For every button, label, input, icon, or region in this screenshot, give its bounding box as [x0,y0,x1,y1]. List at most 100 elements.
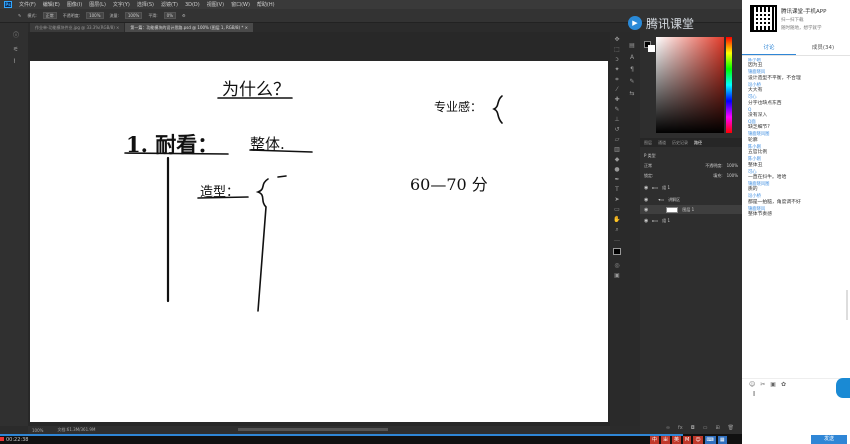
type-tool-icon[interactable]: T [613,186,621,193]
layer-opacity-field[interactable]: 100% [727,163,742,168]
quick-mask-icon[interactable]: ◎ [613,262,621,269]
move-tool-icon[interactable]: ✥ [613,36,621,43]
eye-icon[interactable]: ◉ [644,197,648,203]
menu-filter[interactable]: 滤镜(T) [161,1,178,8]
tab-channels[interactable]: 通道 [658,140,666,146]
horizontal-scrollbar[interactable] [238,428,388,431]
image-icon[interactable]: ▣ [770,381,776,388]
tab-layers[interactable]: 图层 [644,140,652,146]
tab-members[interactable]: 成员(34) [796,42,850,55]
chat-message-list[interactable]: 陈小刚 因为丑 锦鹿晓风 设计造型不平衡，不合理 逗小桥 大大有 可心 分字也缺点东西 Q 没有深… [748,58,846,376]
smooth-field[interactable]: 0% [163,12,177,19]
settings-gear-icon[interactable]: ⚙ [182,13,186,18]
hue-slider[interactable] [726,37,732,133]
chat-message: 锦鹿晓风图 轮廓 [748,132,846,144]
blend-mode-select[interactable]: 正常 [644,163,652,169]
path-icon[interactable]: ⌇ [13,59,21,65]
screen-mode-icon[interactable]: ▣ [613,272,621,279]
history-brush-icon[interactable]: ↺ [613,126,621,133]
panel-history-icon[interactable]: ▤ [628,42,636,49]
smooth-label: 平滑: [148,12,158,18]
document-tab[interactable]: 作业单-功能模块件业.jpg @ 33.3%(RGB/8) × [30,23,125,32]
flow-field[interactable]: 100% [124,12,143,19]
opacity-field[interactable]: 100% [86,12,104,19]
menu-view[interactable]: 视图(V) [207,1,224,8]
panel-brush-icon[interactable]: ✎ [628,78,636,85]
eye-icon[interactable]: ◉ [644,207,648,213]
keyboard-icon[interactable]: ⌨ [704,435,716,444]
eye-icon[interactable]: ◉ [644,185,648,191]
menu-layer[interactable]: 图层(L) [89,1,106,8]
menu-select[interactable]: 选择(S) [137,1,154,8]
tab-paths[interactable]: 路径 [694,140,702,146]
document-canvas[interactable]: 为什么？ 1. 耐看： 整体. 造型： 专业感： 60—70 分 [30,61,608,422]
fx-icon[interactable]: fx [678,425,683,431]
panel-char-icon[interactable]: ¶ [628,66,636,73]
shape-tool-icon[interactable]: ▭ [613,206,621,213]
emoji-icon[interactable]: ☺ [749,381,755,388]
scissors-icon[interactable]: ✂ [760,381,765,388]
tab-history[interactable]: 历史记录 [672,140,688,146]
new-layer-icon[interactable]: ⊞ [715,425,719,431]
fill-field[interactable]: 100% [727,173,742,178]
brush-tool-icon[interactable]: ✎ [18,13,21,18]
emoji-icon[interactable]: ☺ [693,435,703,444]
color-picker-field[interactable] [656,37,724,133]
ime-icon[interactable]: ㄓ [661,435,671,444]
zoom-readout[interactable]: 100% [32,428,43,433]
mask-icon[interactable]: ◘ [691,425,695,431]
magic-wand-icon[interactable]: ✦ [613,66,621,73]
gradient-tool-icon[interactable]: ▥ [613,146,621,153]
blur-tool-icon[interactable]: ◆ [613,156,621,163]
ime-english-icon[interactable]: 英 [672,435,682,444]
mic-icon[interactable]: M [683,435,692,444]
hand-tool-icon[interactable]: ✋ [613,216,621,223]
menu-type[interactable]: 文字(Y) [113,1,130,8]
menu-image[interactable]: 图像(I) [67,1,82,8]
stamp-tool-icon[interactable]: ⊥ [613,116,621,123]
path-select-icon[interactable]: ➤ [613,196,621,203]
bg-color-swatch[interactable] [648,45,655,52]
flower-icon[interactable]: ✿ [781,381,786,388]
adjust-icon[interactable]: ⚟ [13,47,21,53]
link-icon[interactable]: ∞ [666,425,670,431]
menu-help[interactable]: 帮助(H) [257,1,275,8]
document-tab-active[interactable]: 第一篇：功能模块的设计思路.psd @ 100% (图层 1, RGB/8) *… [125,23,253,32]
more-tools-icon[interactable]: … [613,236,621,243]
menu-edit[interactable]: 编辑(E) [43,1,60,8]
layer-row-selected[interactable]: ◉ 图层 1 [640,205,742,214]
heal-tool-icon[interactable]: ✚ [613,96,621,103]
playback-progress[interactable] [0,434,683,436]
zoom-tool-icon[interactable]: ⌕ [613,226,621,233]
layer-row[interactable]: ◉ ▸▭ 组 1 [640,183,742,192]
dodge-tool-icon[interactable]: ● [613,166,621,173]
mode-select[interactable]: 正常 [42,12,57,19]
info-icon[interactable]: ⓘ [13,33,21,39]
menu-window[interactable]: 窗口(W) [231,1,250,8]
new-group-icon[interactable]: ▭ [703,425,708,431]
lasso-tool-icon[interactable]: ↄ [613,56,621,63]
eraser-icon[interactable]: ▱ [613,136,621,143]
foreground-color-swatch[interactable] [613,248,621,255]
panel-adjust-icon[interactable]: ⇆ [628,90,636,97]
grid-icon[interactable]: ▦ [717,435,727,444]
menu-file[interactable]: 文件(F) [19,1,36,8]
ime-chinese-icon[interactable]: 中 [650,435,660,444]
layer-row[interactable]: ◉ ▸▭ 组 1 [640,216,742,225]
layer-filter-select[interactable]: P 类型 [644,153,656,159]
eye-icon[interactable]: ◉ [644,218,648,224]
handwriting-drawing [124,95,503,312]
floating-helper-button[interactable] [836,378,850,398]
chat-scrollbar[interactable] [846,290,848,320]
tab-discussion[interactable]: 讨论 [742,42,796,55]
panel-info-icon[interactable]: A [628,54,636,61]
marquee-tool-icon[interactable]: ⬚ [613,46,621,53]
menu-3d[interactable]: 3D(D) [185,2,200,8]
crop-tool-icon[interactable]: ⌗ [613,76,621,83]
eyedropper-icon[interactable]: ⁄ [613,86,621,93]
trash-icon[interactable]: 🗑 [728,425,734,431]
brush-icon[interactable]: ✎ [613,106,621,113]
pen-tool-icon[interactable]: ✒ [613,176,621,183]
layer-row[interactable]: ◉ ▾▭ 讲解区 [640,195,742,204]
send-button[interactable]: 发送 [811,435,847,444]
